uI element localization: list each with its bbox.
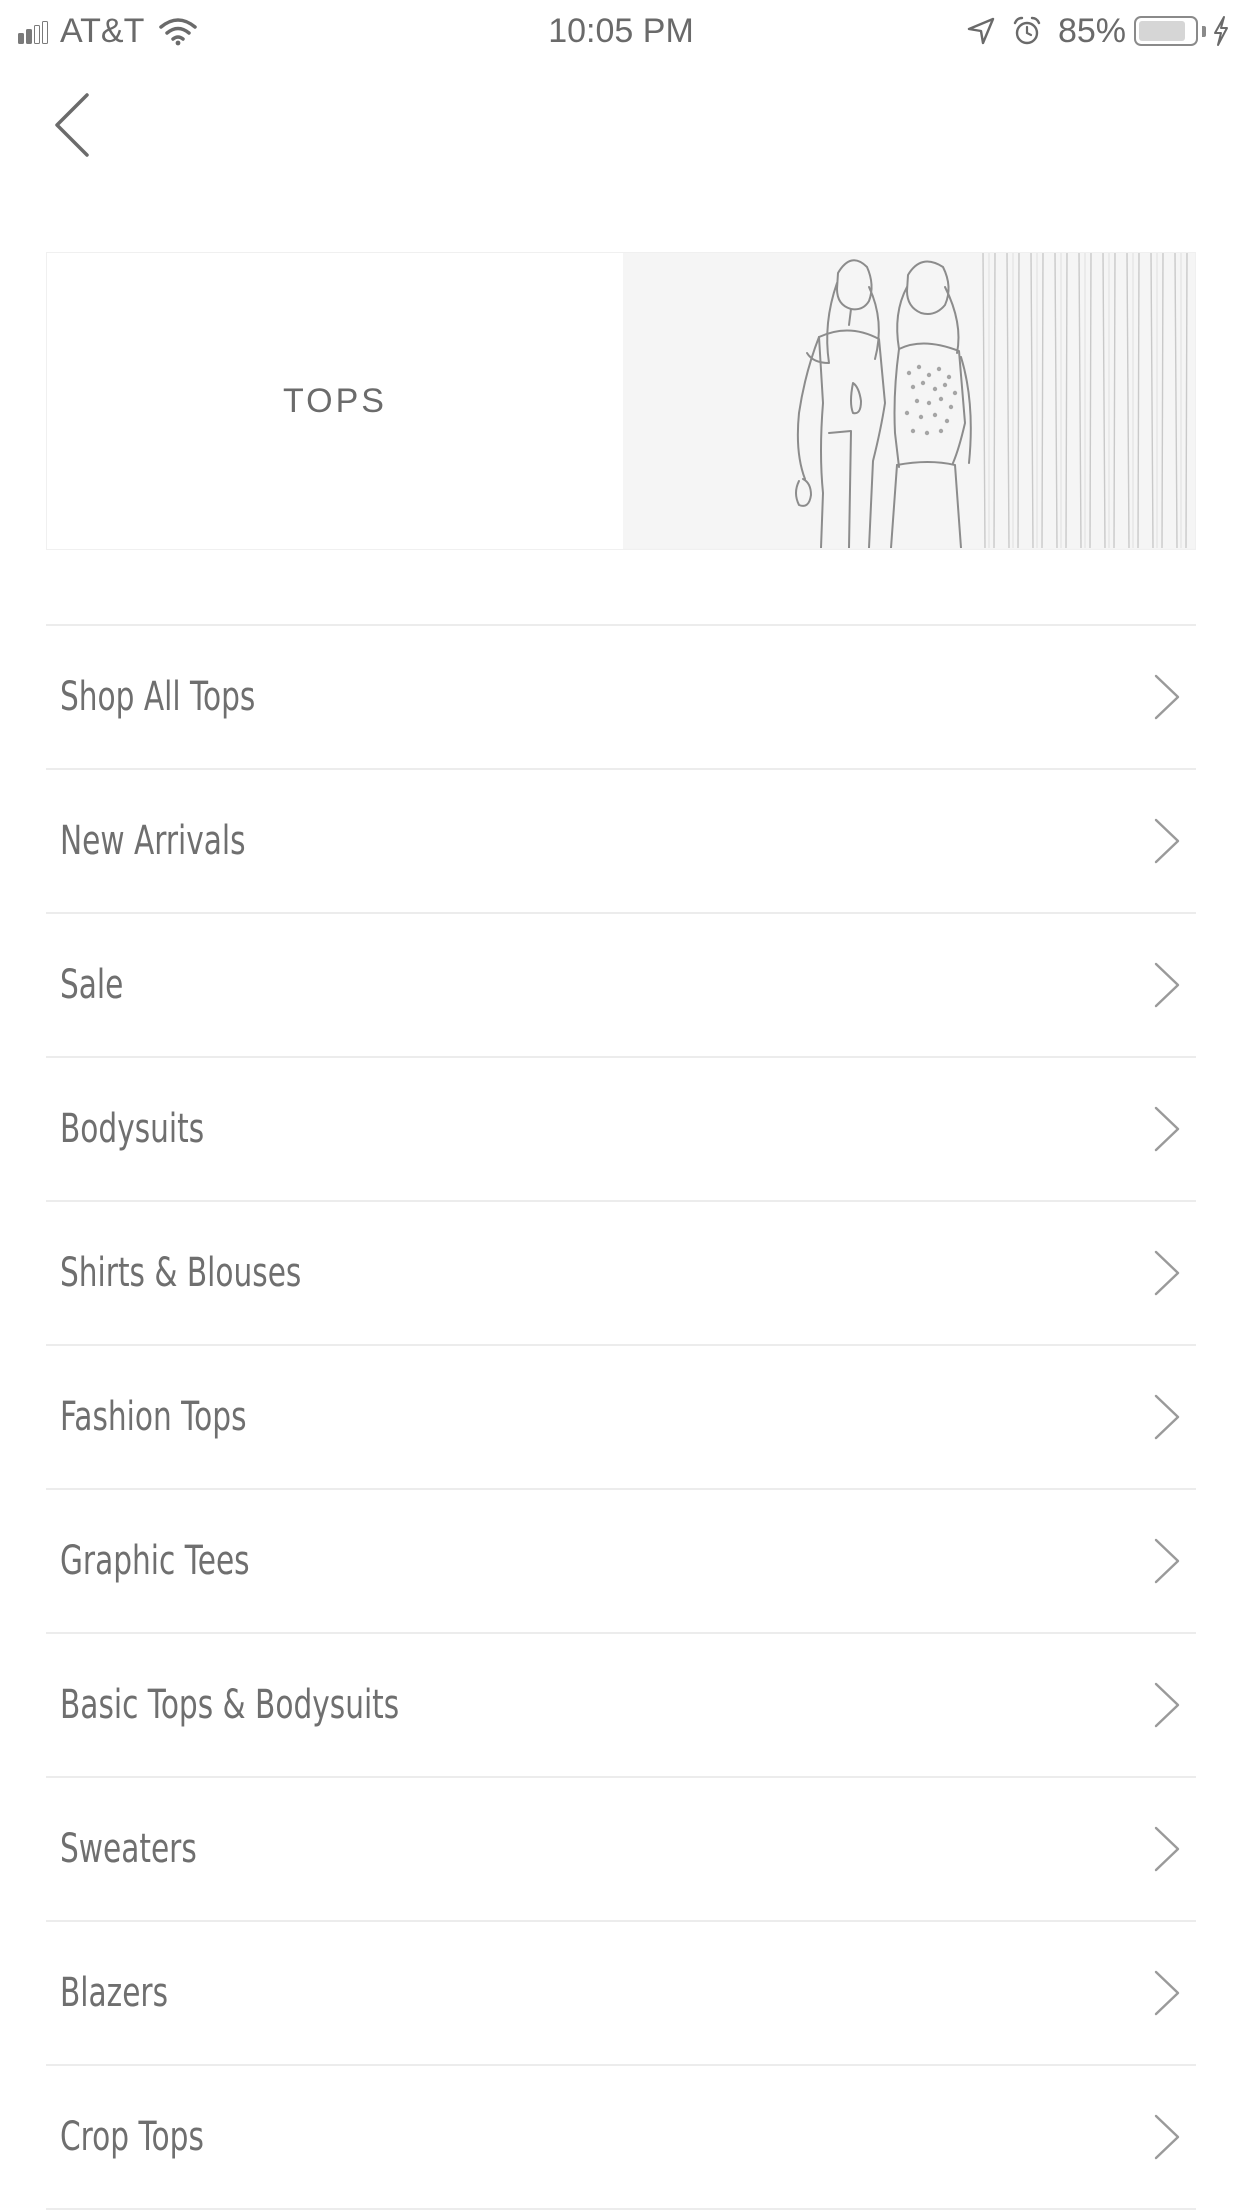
category-list-item[interactable]: Sale — [46, 914, 1196, 1058]
hero-title: TOPS — [283, 381, 387, 420]
category-label: Sweaters — [60, 1826, 197, 1872]
back-button[interactable] — [40, 82, 104, 168]
chevron-right-icon — [1154, 1250, 1180, 1296]
chevron-right-icon — [1154, 818, 1180, 864]
hero-title-panel: TOPS — [47, 253, 623, 549]
chevron-right-icon — [1154, 1970, 1180, 2016]
category-label: Graphic Tees — [60, 1538, 250, 1584]
category-list-item[interactable]: Blazers — [46, 1922, 1196, 2066]
location-arrow-icon — [967, 17, 995, 45]
category-list-item[interactable]: Bodysuits — [46, 1058, 1196, 1202]
category-list-item[interactable]: New Arrivals — [46, 770, 1196, 914]
chevron-right-icon — [1154, 1394, 1180, 1440]
category-list-item[interactable]: Shirts & Blouses — [46, 1202, 1196, 1346]
chevron-left-icon — [55, 93, 89, 157]
chevron-right-icon — [1154, 962, 1180, 1008]
battery-fill — [1139, 21, 1185, 41]
category-label: Bodysuits — [60, 1106, 205, 1152]
category-list-item[interactable]: Sweaters — [46, 1778, 1196, 1922]
status-bar-right: 85% — [966, 10, 1230, 52]
category-list-item[interactable]: Graphic Tees — [46, 1490, 1196, 1634]
category-hero-banner[interactable]: TOPS — [46, 252, 1196, 550]
category-label: Sale — [60, 962, 124, 1008]
category-list: Shop All Tops New Arrivals Sale Bodysuits Sh… — [46, 624, 1196, 2210]
category-label: Shirts & Blouses — [60, 1250, 302, 1296]
category-label: Blazers — [60, 1970, 169, 2016]
chevron-right-icon — [1154, 674, 1180, 720]
category-label: Fashion Tops — [60, 1394, 247, 1440]
two-women-photo — [623, 253, 1195, 549]
chevron-right-icon — [1154, 1538, 1180, 1584]
chevron-right-icon — [1154, 1826, 1180, 1872]
alarm-icon — [1013, 16, 1041, 45]
category-label: Basic Tops & Bodysuits — [60, 1682, 400, 1728]
category-list-item[interactable]: Fashion Tops — [46, 1346, 1196, 1490]
status-bar: AT&T 10:05 PM 85% — [0, 0, 1242, 62]
charging-bolt-icon — [1214, 16, 1228, 46]
chevron-right-icon — [1154, 1682, 1180, 1728]
chevron-right-icon — [1154, 2114, 1180, 2160]
category-label: Crop Tops — [60, 2114, 204, 2160]
category-list-item[interactable]: Shop All Tops — [46, 626, 1196, 770]
hero-image — [623, 253, 1195, 549]
category-label: Shop All Tops — [60, 674, 256, 720]
chevron-right-icon — [1154, 1106, 1180, 1152]
battery-icon — [1134, 16, 1198, 46]
category-label: New Arrivals — [60, 818, 246, 864]
battery-cap — [1202, 25, 1206, 37]
category-list-item[interactable]: Basic Tops & Bodysuits — [46, 1634, 1196, 1778]
battery-percent: 85% — [1057, 11, 1126, 50]
category-list-item[interactable]: Crop Tops — [46, 2066, 1196, 2210]
